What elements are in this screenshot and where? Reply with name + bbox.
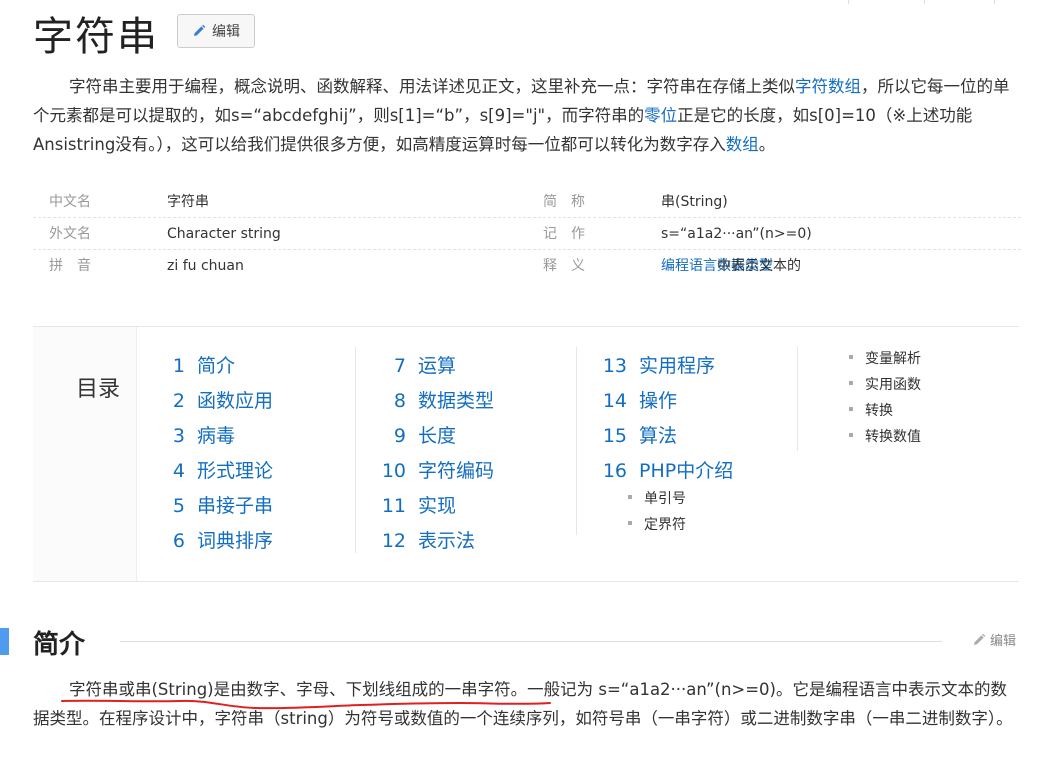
toc-item[interactable]: 1 简介 [151,351,235,378]
toc-subitem[interactable]: 定界符 [628,514,686,534]
info-key: 释 义 [543,258,585,274]
page-title: 字符串 [33,14,159,60]
definition-mid-text: 中表示文本的 [717,258,801,274]
toc-label: PHP中介绍 [639,460,734,482]
info-key: 外文名 [49,226,91,242]
intro-text-1: 字符串主要用于编程，概念说明、函数解释、用法详述见正文，这里补充一点：字符串在存… [69,77,795,96]
toc-item[interactable]: 4 形式理论 [151,456,273,483]
toc-item[interactable]: 8 数据类型 [372,386,494,413]
section-edit-link[interactable]: 编辑 [972,630,1016,649]
toc-subitem[interactable]: 转换数值 [849,426,921,446]
toc-num: 16 [602,460,627,482]
toc-num: 7 [393,355,406,377]
link-zero-bit[interactable]: 零位 [644,106,677,125]
toc-num: 2 [172,390,185,412]
toc-divider [797,347,798,451]
toc-label: 实用程序 [639,355,716,377]
toc-label: 词典排序 [197,530,274,552]
toc-label: 病毒 [197,425,236,447]
link-char-array[interactable]: 字符数组 [795,77,861,96]
toc-item[interactable]: 7 运算 [372,351,456,378]
basic-info-table: 中文名 字符串 简 称 串(String) 外文名 Character stri… [33,186,1021,282]
section-accent-bar [0,628,9,655]
info-key: 记 作 [543,226,585,242]
toc-divider [355,347,356,553]
toc-label: 长度 [418,425,457,447]
info-value: Character string [167,226,281,242]
basic-info-row: 外文名 Character string 记 作 s=“a1a2···an”(n… [33,218,1021,250]
toc-num: 11 [381,495,406,517]
toc-num: 3 [172,425,185,447]
edit-button[interactable]: 编辑 [177,14,255,48]
toc-label: 表示法 [418,530,476,552]
toc-subitem[interactable]: 单引号 [628,488,686,508]
toc-num: 10 [381,460,406,482]
toc-label: 函数应用 [197,390,274,412]
toc-title: 目录 [76,377,121,402]
toc-item[interactable]: 5 串接子串 [151,491,273,518]
toc-item[interactable]: 13 实用程序 [593,351,715,378]
toc-num: 6 [172,530,185,552]
pencil-icon [974,633,986,645]
toc-label: 操作 [639,390,678,412]
toc-subitem[interactable]: 实用函数 [849,374,921,394]
toc-label: 实现 [418,495,457,517]
toc-label: 简介 [197,355,236,377]
info-value: 字符串 [167,194,209,210]
link-array[interactable]: 数组 [726,135,759,154]
toc-item[interactable]: 2 函数应用 [151,386,273,413]
toc-num: 1 [172,355,185,377]
toc-num: 15 [602,425,627,447]
basic-info-row: 中文名 字符串 简 称 串(String) [33,186,1021,218]
toc-label: 串接子串 [197,495,274,517]
handdrawn-underline [61,699,551,710]
info-key: 拼 音 [49,258,91,274]
toc-item[interactable]: 16 PHP中介绍 [593,456,733,483]
toc-divider [576,347,577,535]
top-border-marks [848,0,1048,4]
info-key: 简 称 [543,194,585,210]
toc-item[interactable]: 10 字符编码 [372,456,494,483]
toc-item[interactable]: 12 表示法 [372,526,475,553]
info-value: s=“a1a2···an”(n>=0) [661,226,812,242]
info-key: 中文名 [49,194,91,210]
info-value-definition: 编程语言 中表示文本的 数据类型 [661,250,801,282]
toc-label-panel: 目录 [33,327,137,581]
toc-num: 5 [172,495,185,517]
toc-item[interactable]: 11 实现 [372,491,456,518]
info-value: zi fu chuan [167,258,244,274]
table-of-contents: 目录 1 简介 2 函数应用 3 病毒 4 形式理论 5 串接子串 6 词典排序 7 运算 8… [33,326,1019,582]
basic-info-row: 拼 音 zi fu chuan 释 义 编程语言 中表示文本的 数据类型 [33,250,1021,282]
toc-label: 数据类型 [418,390,495,412]
intro-paragraph: 字符串主要用于编程，概念说明、函数解释、用法详述见正文，这里补充一点：字符串在存… [33,72,1023,159]
toc-num: 14 [602,390,627,412]
toc-item[interactable]: 14 操作 [593,386,677,413]
toc-num: 12 [381,530,406,552]
toc-label: 运算 [418,355,457,377]
pencil-icon [194,24,206,36]
toc-num: 8 [393,390,406,412]
toc-num: 13 [602,355,627,377]
toc-num: 9 [393,425,406,447]
section-divider [120,641,942,642]
toc-label: 字符编码 [418,460,495,482]
link-programming-language[interactable]: 编程语言 [661,258,717,274]
toc-label: 形式理论 [197,460,274,482]
toc-label: 算法 [639,425,678,447]
toc-item[interactable]: 15 算法 [593,421,677,448]
toc-item[interactable]: 6 词典排序 [151,526,273,553]
edit-button-label: 编辑 [212,24,240,40]
intro-text-4: 。 [758,135,776,154]
section-title: 简介 [33,630,86,660]
toc-item[interactable]: 3 病毒 [151,421,235,448]
toc-item[interactable]: 9 长度 [372,421,456,448]
section-edit-label: 编辑 [990,634,1017,649]
toc-num: 4 [172,460,185,482]
toc-subitem[interactable]: 转换 [849,400,893,420]
info-value: 串(String) [661,194,728,210]
toc-subitem[interactable]: 变量解析 [849,348,921,368]
